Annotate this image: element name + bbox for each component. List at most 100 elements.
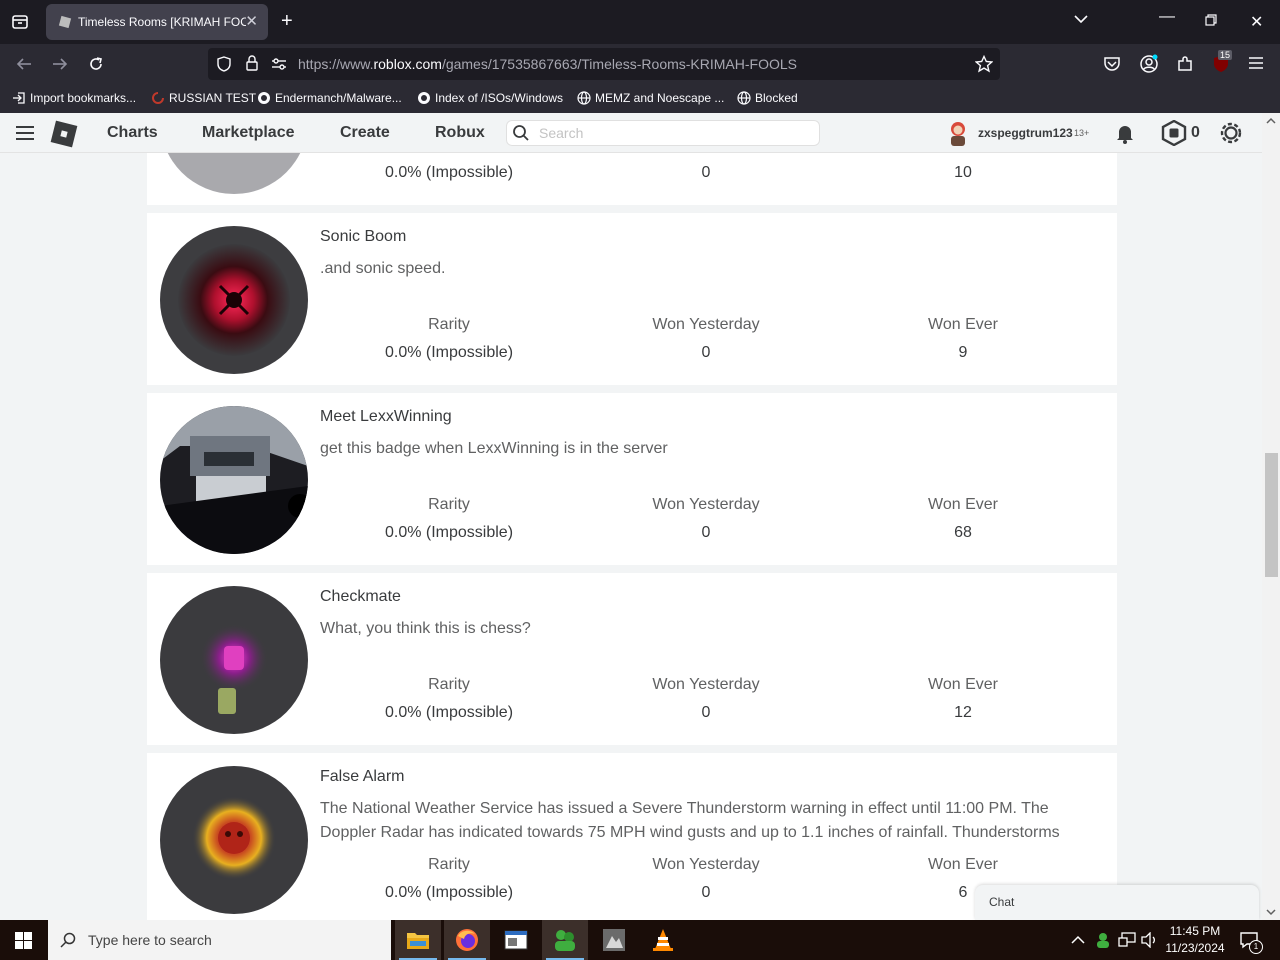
taskbar-app-image[interactable] <box>591 920 637 960</box>
url-text[interactable]: https://www.roblox.com/games/17535867663… <box>298 56 797 72</box>
ublock-extension-icon[interactable]: 15 <box>1212 50 1233 74</box>
back-icon[interactable] <box>15 55 33 73</box>
tray-overflow-chevron-icon[interactable] <box>1071 935 1085 945</box>
bookmark-label: Import bookmarks... <box>30 91 137 105</box>
taskbar-vlc[interactable] <box>640 920 686 960</box>
folder-icon <box>407 933 429 949</box>
badge-rarity-label: Rarity <box>428 856 470 873</box>
taskbar-app-window[interactable] <box>493 920 539 960</box>
badge-won-ever-label: Won Ever <box>928 856 998 873</box>
nav-robux[interactable]: Robux <box>435 124 485 142</box>
bookmark-label: Blocked <box>755 91 798 105</box>
badge-thumbnail[interactable] <box>160 406 308 554</box>
chrome-icon <box>258 92 270 104</box>
taskbar-search-placeholder: Type here to search <box>88 932 212 948</box>
forward-icon[interactable] <box>51 55 69 73</box>
badge-thumbnail[interactable] <box>160 586 308 734</box>
badge-won-ever-label: Won Ever <box>928 676 998 693</box>
scrollbar-thumb[interactable] <box>1265 453 1278 577</box>
volume-icon[interactable] <box>1141 932 1159 948</box>
tracking-shield-icon[interactable] <box>216 56 232 72</box>
badge-name[interactable]: Checkmate <box>320 588 401 606</box>
settings-gear-icon[interactable] <box>1218 120 1244 146</box>
bookmark-endermanch[interactable]: Endermanch/Malware... <box>257 91 402 105</box>
chat-widget[interactable]: Chat <box>975 885 1259 920</box>
extensions-icon[interactable] <box>1176 55 1194 73</box>
image-app-icon <box>603 929 625 951</box>
badge-card: Sonic Boom .and sonic speed. Rarity Won … <box>147 213 1117 385</box>
network-icon[interactable] <box>1118 932 1136 948</box>
badge-won-yesterday-value: 0 <box>701 524 711 541</box>
hamburger-menu-icon[interactable] <box>15 125 35 141</box>
account-icon[interactable] <box>1139 54 1159 74</box>
browser-tab-active[interactable]: Timeless Rooms [KRIMAH FOOLS ✕ <box>46 4 268 40</box>
windows-taskbar: Type here to search 11:45 PM 11/23/2024 … <box>0 920 1280 960</box>
badge-won-yesterday-value: 0 <box>701 704 711 721</box>
roblox-logo-icon[interactable] <box>49 119 79 149</box>
nav-create[interactable]: Create <box>340 124 390 142</box>
bookmarks-bar: Import bookmarks... RUSSIAN TEST Enderma… <box>0 86 1280 113</box>
scroll-down-icon[interactable] <box>1266 908 1276 916</box>
minimize-icon[interactable]: — <box>1159 8 1175 26</box>
notifications-bell-icon[interactable] <box>1113 121 1137 145</box>
action-center-icon[interactable]: 1 <box>1239 930 1263 954</box>
search-placeholder: Search <box>539 125 584 141</box>
badge-won-ever-label: Won Ever <box>928 316 998 333</box>
taskbar-search-input[interactable]: Type here to search <box>48 920 391 960</box>
address-bar[interactable]: https://www.roblox.com/games/17535867663… <box>208 48 1000 80</box>
search-icon <box>513 125 529 141</box>
windows-start-icon[interactable] <box>15 932 32 949</box>
bookmark-star-icon[interactable] <box>975 55 993 73</box>
people-tray-icon[interactable] <box>1094 931 1112 949</box>
nav-charts[interactable]: Charts <box>107 124 158 142</box>
list-tabs-icon[interactable] <box>1074 14 1088 24</box>
clock-date: 11/23/2024 <box>1165 941 1225 955</box>
clock-time: 11:45 PM <box>1169 924 1221 938</box>
page-scrollbar[interactable] <box>1262 113 1280 920</box>
permissions-icon[interactable] <box>271 57 287 71</box>
badge-thumbnail[interactable] <box>160 766 308 914</box>
robux-icon[interactable] <box>1161 120 1187 146</box>
bookmark-memz[interactable]: MEMZ and Noescape ... <box>577 91 724 105</box>
scroll-up-icon[interactable] <box>1266 117 1276 125</box>
new-tab-icon[interactable]: + <box>281 10 293 33</box>
bookmark-import[interactable]: Import bookmarks... <box>12 91 136 105</box>
firefox-icon <box>456 929 478 951</box>
badge-won-yesterday-label: Won Yesterday <box>652 496 760 513</box>
badge-won-yesterday-label: Won Yesterday <box>652 856 760 873</box>
close-tab-icon[interactable]: ✕ <box>245 12 258 30</box>
badge-name[interactable]: Sonic Boom <box>320 228 406 246</box>
badge-thumbnail[interactable] <box>160 153 308 194</box>
bookmark-label: MEMZ and Noescape ... <box>595 91 725 105</box>
taskbar-firefox[interactable] <box>444 920 490 960</box>
tab-manager-icon[interactable] <box>11 13 29 31</box>
badge-name[interactable]: False Alarm <box>320 768 404 786</box>
bookmark-blocked[interactable]: Blocked <box>737 91 798 105</box>
search-input[interactable]: Search <box>506 120 820 146</box>
badge-card: Checkmate What, you think this is chess?… <box>147 573 1117 745</box>
taskbar-file-explorer[interactable] <box>395 920 441 960</box>
nav-marketplace[interactable]: Marketplace <box>202 124 295 142</box>
app-menu-icon[interactable] <box>1248 56 1264 70</box>
reload-icon[interactable] <box>87 55 105 73</box>
search-icon <box>60 932 76 948</box>
badge-thumbnail[interactable] <box>160 226 308 374</box>
badge-rarity-value: 0.0% (Impossible) <box>384 704 514 721</box>
taskbar-clock[interactable]: 11:45 PM 11/23/2024 <box>1162 923 1228 957</box>
bookmark-russian-test[interactable]: RUSSIAN TEST <box>151 91 256 105</box>
browser-tab-bar: Timeless Rooms [KRIMAH FOOLS ✕ + — ✕ <box>0 0 1280 44</box>
bookmark-index-isos[interactable]: Index of /ISOs/Windows <box>417 91 563 105</box>
restore-icon[interactable] <box>1205 14 1217 26</box>
close-window-icon[interactable]: ✕ <box>1250 12 1263 32</box>
taskbar-app-green[interactable] <box>542 920 588 960</box>
globe-icon <box>577 91 591 105</box>
badge-won-yesterday-value: 0 <box>701 164 711 181</box>
badge-rarity-value: 0.0% (Impossible) <box>384 884 514 901</box>
robux-count[interactable]: 0 <box>1191 124 1200 142</box>
badge-card: False Alarm The National Weather Service… <box>147 753 1117 920</box>
badge-name[interactable]: Meet LexxWinning <box>320 408 452 426</box>
pocket-icon[interactable] <box>1103 56 1121 72</box>
avatar[interactable] <box>946 120 970 146</box>
badge-rarity-value: 0.0% (Impossible) <box>384 164 514 181</box>
lock-icon[interactable] <box>245 55 259 71</box>
